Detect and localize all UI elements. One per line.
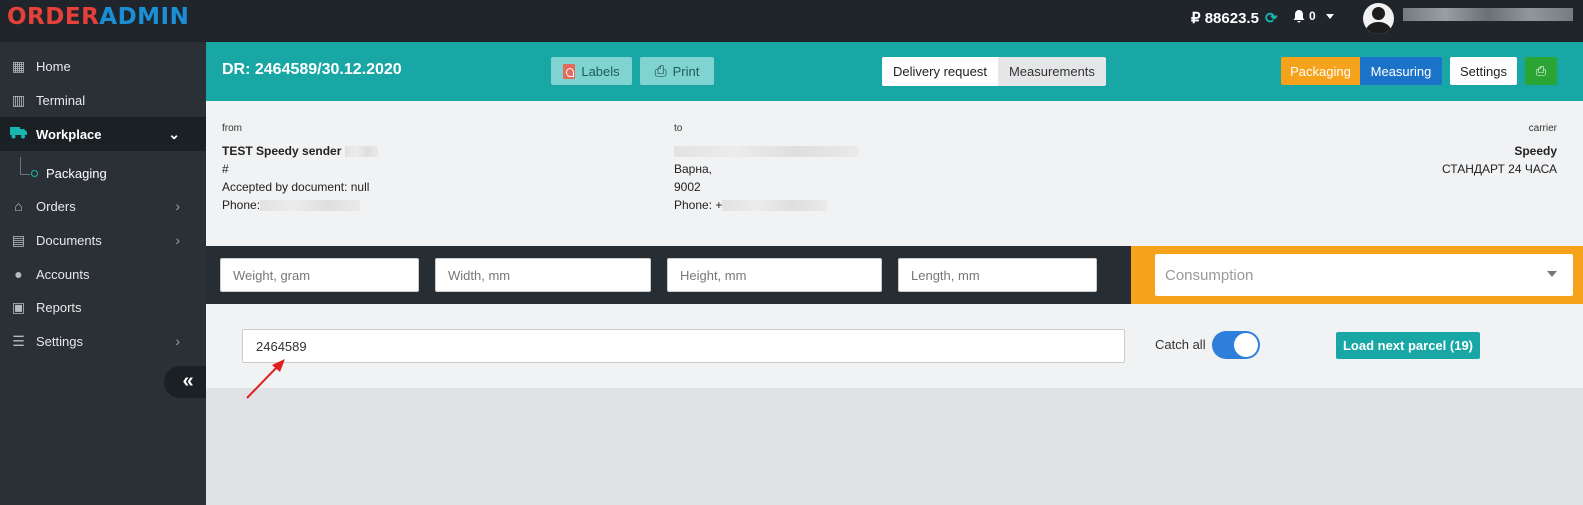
document-icon: ▤ [11, 231, 26, 248]
warehouse-icon: ⌂ [14, 198, 23, 214]
barcode-input[interactable]: 2464589 [242, 329, 1125, 363]
view-toggle: Delivery request Measurements [882, 57, 1106, 86]
load-next-parcel-button[interactable]: Load next parcel (19) [1336, 332, 1480, 359]
chevron-right-icon: › [175, 333, 180, 349]
tab-measurements[interactable]: Measurements [997, 57, 1106, 86]
sidebar-subitem-packaging[interactable]: Packaging [0, 157, 206, 191]
notifications-dropdown[interactable]: 0 [1293, 9, 1334, 23]
recipient-city: Варна, [674, 162, 712, 176]
app-logo[interactable]: ORDERADMIN [7, 4, 189, 30]
recipient-phone-label: Phone: + [674, 198, 723, 212]
collapse-sidebar-button[interactable]: « [164, 366, 206, 398]
length-input[interactable]: Length, mm [898, 258, 1097, 292]
recipient-zip: 9002 [674, 180, 701, 194]
sidebar-item-documents[interactable]: ▤ Documents › [0, 223, 206, 257]
weight-input[interactable]: Weight, gram [220, 258, 419, 292]
redacted-phone [722, 200, 828, 212]
sidebar-item-orders[interactable]: ⌂ Orders › [0, 189, 206, 223]
grid-icon: ▦ [11, 57, 26, 74]
sender-accepted: Accepted by document: null [222, 180, 370, 194]
redacted-phone [260, 200, 361, 212]
delivery-info: from TEST Speedy sender # Accepted by do… [206, 101, 1583, 246]
circle-icon [31, 170, 38, 177]
report-icon: ▣ [11, 298, 26, 315]
printer-icon: ⎙ [1535, 63, 1547, 78]
sidebar-item-workplace[interactable]: Workplace ⌄ [0, 117, 206, 151]
chevron-down-icon: ⌄ [168, 125, 180, 142]
redacted-text [344, 146, 378, 158]
page-title: DR: 2464589/30.12.2020 [222, 61, 402, 78]
printer-icon: ⎙ [654, 62, 667, 80]
truck-icon [0, 126, 36, 142]
measuring-button[interactable]: Measuring [1360, 57, 1442, 85]
chevron-right-icon: › [175, 232, 180, 248]
chevron-down-icon [1325, 13, 1334, 19]
sidebar: ▦ Home ▥ Terminal Workplace ⌄ Packaging … [0, 42, 206, 505]
caret-down-icon [1547, 271, 1557, 277]
sidebar-item-home[interactable]: ▦ Home [0, 49, 206, 83]
avatar[interactable] [1363, 3, 1394, 34]
chevron-right-icon: › [175, 198, 180, 214]
redacted-name [674, 146, 858, 158]
labels-button[interactable]: Labels [551, 57, 632, 85]
sender-name: TEST Speedy sender [222, 144, 342, 158]
double-chevron-left-icon: « [182, 370, 194, 392]
refresh-icon[interactable]: ⟳ [1265, 9, 1278, 27]
sender-phone-label: Phone: [222, 198, 261, 212]
settings-button[interactable]: Settings [1450, 57, 1517, 85]
packaging-button[interactable]: Packaging [1281, 57, 1360, 85]
balance-amount: ₽ 88623.5 [1191, 10, 1259, 27]
catch-all-toggle[interactable] [1212, 331, 1260, 359]
bell-icon [1293, 9, 1305, 22]
carrier-info: carrier Speedy СТАНДАРТ 24 ЧАСА [1442, 120, 1557, 178]
carrier-name: Speedy [1514, 144, 1557, 158]
sidebar-item-terminal[interactable]: ▥ Terminal [0, 83, 206, 117]
to-label: to [674, 123, 683, 134]
sidebar-item-reports[interactable]: ▣ Reports [0, 290, 206, 324]
user-icon: ● [14, 266, 23, 282]
carrier-service: СТАНДАРТ 24 ЧАСА [1442, 162, 1557, 176]
sender-hash: # [222, 162, 229, 176]
sliders-icon: ☰ [12, 332, 25, 349]
height-input[interactable]: Height, mm [667, 258, 882, 292]
consumption-select[interactable]: Consumption [1155, 254, 1573, 296]
width-input[interactable]: Width, mm [435, 258, 651, 292]
balance: ₽ 88623.5 ⟳ [1191, 9, 1278, 27]
top-bar: ORDERADMIN ₽ 88623.5 ⟳ 0 [0, 0, 1583, 42]
scan-row: 2464589 Catch all Load next parcel (19) [206, 304, 1583, 388]
recipient-info: to Варна, 9002 Phone: + [674, 120, 858, 214]
content-area [206, 388, 1583, 505]
carrier-label: carrier [1528, 123, 1557, 134]
red-arrow-annotation [246, 359, 285, 399]
sidebar-item-settings[interactable]: ☰ Settings › [0, 324, 206, 358]
username-redacted[interactable] [1403, 8, 1573, 21]
print-button[interactable]: ⎙ Print [640, 57, 714, 85]
sidebar-item-accounts[interactable]: ● Accounts [0, 257, 206, 291]
dimensions-bar: Weight, gram Width, mm Height, mm Length… [206, 246, 1131, 304]
sender-info: from TEST Speedy sender # Accepted by do… [222, 120, 378, 214]
notifications-count: 0 [1309, 9, 1316, 23]
from-label: from [222, 123, 242, 134]
catch-all-label: Catch all [1155, 337, 1206, 352]
print-action-button[interactable]: ⎙ [1525, 57, 1557, 85]
pdf-icon [563, 63, 576, 79]
page-header: DR: 2464589/30.12.2020 Labels ⎙ Print De… [206, 42, 1583, 101]
barcode-icon: ▥ [11, 91, 26, 108]
tab-delivery-request[interactable]: Delivery request [882, 57, 998, 86]
